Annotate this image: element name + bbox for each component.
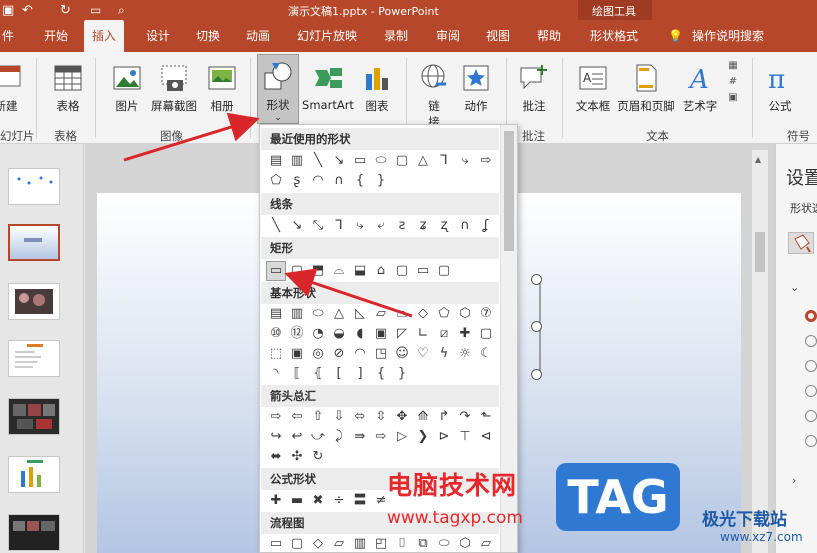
tag-logo: TAG <box>556 463 680 531</box>
annotation-arrow-to-rectangle <box>284 268 413 318</box>
watermark-text: 电脑技术网 <box>387 471 518 500</box>
brand-watermark-url: www.xz7.com <box>720 530 803 544</box>
brand-watermark: 极光下载站 <box>702 510 787 530</box>
watermark-url: www.tagxp.com <box>387 508 523 528</box>
annotation-arrow-to-shapes <box>123 112 260 162</box>
